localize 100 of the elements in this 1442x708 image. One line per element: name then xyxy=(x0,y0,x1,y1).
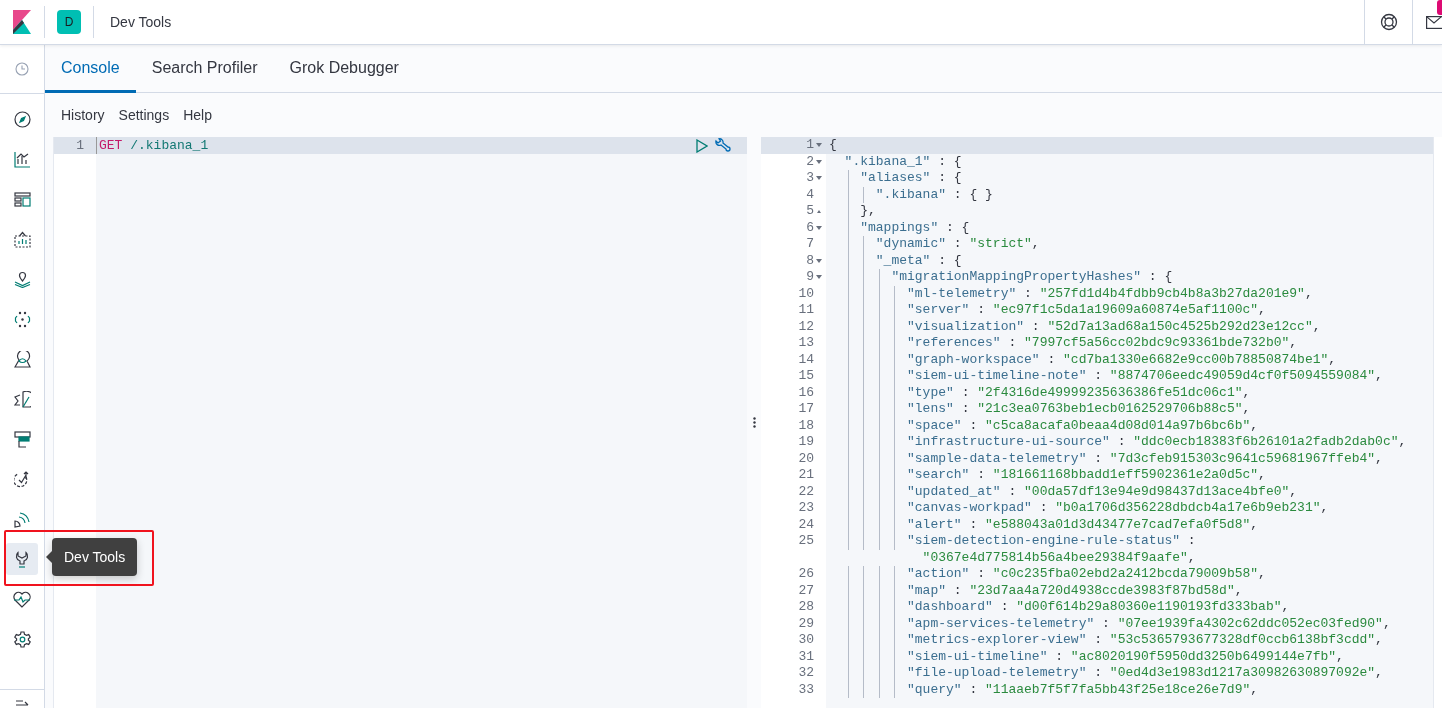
line-number: 22 xyxy=(798,483,814,500)
line-number: 32 xyxy=(798,665,814,682)
line-number: 33 xyxy=(798,681,814,698)
settings-icon xyxy=(13,630,31,648)
fold-caret-icon[interactable] xyxy=(816,159,822,164)
line-number: 8 xyxy=(806,252,814,269)
line-number: 13 xyxy=(798,335,814,352)
notification-badge xyxy=(1437,0,1442,15)
code-line: "map" : "23d7aa4a720d4938ccde3983f87bd58d", xyxy=(906,582,1243,598)
code-line: "mappings" : { xyxy=(859,219,970,235)
mail-icon[interactable] xyxy=(1426,15,1442,29)
line-number: 2 xyxy=(806,153,814,170)
code-line: "siem-ui-timeline-note" : "8874706eedc49059d4cf0f5094559084", xyxy=(906,368,1383,383)
dashboard-icon xyxy=(13,191,31,207)
frame-icon xyxy=(13,230,31,248)
code-line: "infrastructure-ui-source" : "ddc0ecb18383f6b26101a2fadb2dab0c", xyxy=(906,434,1407,449)
line-number: 18 xyxy=(798,417,814,434)
code-line: ".kibana" : { } xyxy=(874,186,993,202)
tab[interactable]: Grok Debugger xyxy=(273,45,415,93)
bar-chart-icon xyxy=(13,150,31,168)
line-number: 1 xyxy=(76,138,84,153)
code-line: "visualization" : "52d7a13ad68a150c4525b292d23e12cc", xyxy=(906,318,1321,334)
code-line: "action" : "c0c235fba02ebd2a2412bcda79009b58", xyxy=(906,566,1266,581)
menu-link[interactable]: History xyxy=(55,107,111,123)
line-number: 11 xyxy=(798,302,814,319)
line-number: 12 xyxy=(798,318,814,335)
line-number: 26 xyxy=(798,566,814,583)
code-line: "ml-telemetry" : "257fd1d4b4fdbb9cb4b8a3b27da201e9", xyxy=(906,285,1313,301)
line-number: 16 xyxy=(798,384,814,401)
code-line: "canvas-workpad" : "b0a1706d356228dbdcb4a17e6b9eb231", xyxy=(906,500,1329,515)
code-line: "search" : "181661168bbadd1eff5902361e2a0d5c", xyxy=(906,467,1266,482)
code-line: "aliases" : { xyxy=(859,170,962,185)
fold-caret-icon[interactable] xyxy=(816,275,822,280)
code-line: "0367e4d775814b56a4bee29384f9aafe", xyxy=(921,549,1196,565)
fold-caret-icon[interactable] xyxy=(816,225,822,230)
line-number: 19 xyxy=(798,434,814,451)
code-line: "graph-workspace" : "cd7ba1330e6682e9cc00b78850874be1", xyxy=(906,351,1337,367)
code-line: "siem-detection-engine-rule-status" : xyxy=(906,533,1196,548)
resize-handle-icon[interactable] xyxy=(752,417,756,428)
code-line: "space" : "c5ca8acafa0beaa4d08d014a97b6bc6b", xyxy=(906,417,1259,433)
monitor-icon xyxy=(13,430,31,448)
line-number: 25 xyxy=(798,533,814,550)
line-number: 1 xyxy=(806,137,814,154)
code-line: "lens" : "21c3ea0763beb1ecb0162529706b88c5", xyxy=(906,401,1251,416)
code-line: "references" : "7997cf5a56cc02bdc9c93361bde732b0", xyxy=(906,335,1298,350)
line-number: 9 xyxy=(806,269,814,286)
line-number: 15 xyxy=(798,368,814,385)
collapse-icon[interactable] xyxy=(15,700,29,708)
line-number: 23 xyxy=(798,500,814,517)
line-number: 29 xyxy=(798,615,814,632)
breadcrumb: Dev Tools xyxy=(110,14,172,30)
line-number: 20 xyxy=(798,450,814,467)
code-line: "dynamic" : "strict", xyxy=(874,236,1040,251)
signal-icon xyxy=(13,510,31,528)
space-avatar[interactable]: D xyxy=(57,10,81,34)
line-number: 7 xyxy=(806,236,814,253)
person-icon xyxy=(13,350,31,368)
code-line: ".kibana_1" : { xyxy=(843,153,962,169)
play-icon[interactable] xyxy=(696,138,708,153)
line-number: 31 xyxy=(798,648,814,665)
dots-icon xyxy=(13,310,31,328)
logo-icon[interactable] xyxy=(13,10,31,34)
wrench-icon[interactable] xyxy=(714,138,731,153)
code-line: "server" : "ec97f1c5da1a19609a60874e5af1100c", xyxy=(906,302,1266,317)
tab[interactable]: Console xyxy=(45,45,136,93)
help-icon[interactable] xyxy=(1379,13,1398,31)
line-number: 28 xyxy=(798,599,814,616)
code-line: "metrics-explorer-view" : "53c5365793677328df0ccb6138bf3cdd", xyxy=(906,632,1383,647)
line-number: 21 xyxy=(798,467,814,484)
fold-caret-icon[interactable] xyxy=(816,258,822,263)
line-number: 6 xyxy=(806,219,814,236)
fold-end-caret-icon[interactable] xyxy=(817,209,821,213)
menu-link[interactable]: Help xyxy=(177,107,218,123)
code-line: "siem-ui-timeline" : "ac8020190f5950dd3250b6499144e7fb", xyxy=(906,648,1344,664)
fold-caret-icon[interactable] xyxy=(816,143,822,148)
code-line: "apm-services-telemetry" : "07ee1939fa4302c62ddc052ec03fed90", xyxy=(906,615,1391,631)
line-number: 17 xyxy=(798,401,814,418)
map-pin-icon xyxy=(13,270,31,288)
code-line: }, xyxy=(859,203,876,218)
line-number: 4 xyxy=(806,186,814,203)
heartbeat-icon xyxy=(13,590,31,608)
scrollbar-track[interactable] xyxy=(1433,137,1442,708)
code-line: { xyxy=(829,137,837,152)
fold-caret-icon[interactable] xyxy=(816,176,822,181)
code-line: "alert" : "e588043a01d3d43477e7cad7efa0f5d8", xyxy=(906,516,1259,532)
line-number: 27 xyxy=(798,582,814,599)
line-number: 10 xyxy=(798,285,814,302)
code-line: "sample-data-telemetry" : "7d3cfeb915303c9641c59681967ffeb4", xyxy=(906,450,1383,466)
wrench-icon xyxy=(15,550,29,568)
line-number: 30 xyxy=(798,632,814,649)
tooltip: Dev Tools xyxy=(52,538,138,576)
code-line: "migrationMappingPropertyHashes" : { xyxy=(890,269,1173,284)
code-line: "updated_at" : "00da57df13e94e9d98437d13ace4bfe0", xyxy=(906,483,1298,499)
check-arrow-icon xyxy=(13,470,31,488)
tab[interactable]: Search Profiler xyxy=(135,45,274,93)
nav-button[interactable] xyxy=(6,543,38,575)
request-line: GET /.kibana_1 xyxy=(99,137,209,154)
shapes-icon xyxy=(13,390,31,408)
menu-link[interactable]: Settings xyxy=(112,107,176,123)
code-line: "_meta" : { xyxy=(874,252,962,268)
